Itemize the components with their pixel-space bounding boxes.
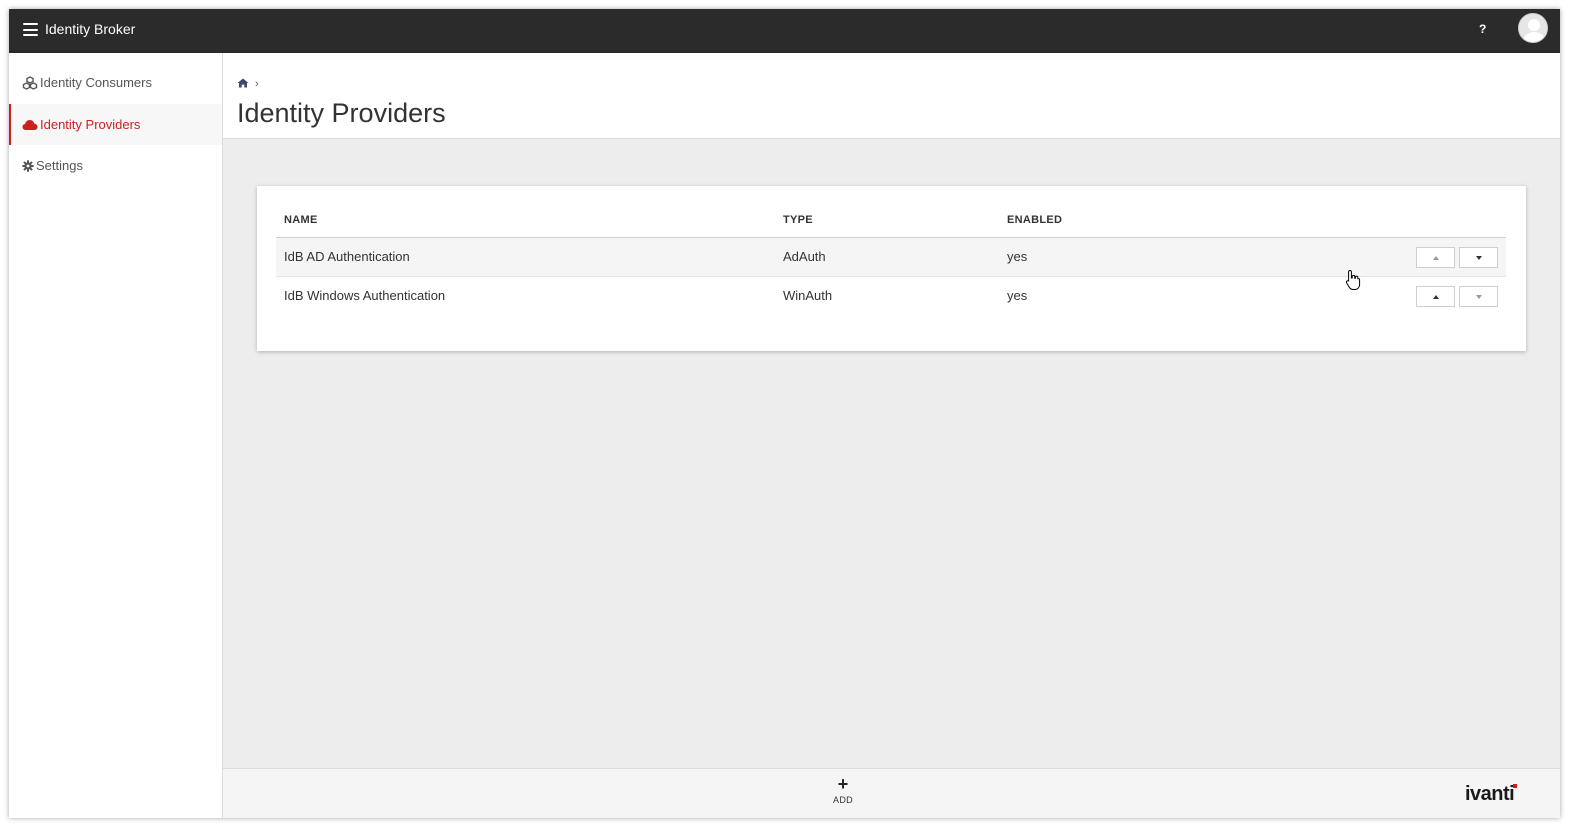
brand-mark [1513, 784, 1517, 788]
sidebar-item-settings[interactable]: Settings [9, 145, 222, 186]
cubes-icon [21, 75, 39, 90]
sidebar-item-label: Identity Consumers [40, 75, 152, 90]
user-icon [1523, 19, 1545, 42]
brand-logo: ivanti [1465, 783, 1515, 805]
sidebar-item-identity-providers[interactable]: Identity Providers [9, 104, 222, 145]
add-label: ADD [833, 795, 853, 805]
gear-icon [21, 159, 35, 173]
help-button[interactable]: ? [1479, 22, 1486, 36]
providers-card: NAME TYPE ENABLED IdB AD Authentication … [257, 186, 1526, 351]
provider-enabled: yes [1007, 288, 1028, 303]
cloud-icon [21, 118, 39, 132]
move-up-button[interactable] [1416, 247, 1455, 268]
caret-up-icon [1432, 255, 1439, 260]
table-header: NAME TYPE ENABLED [276, 206, 1506, 238]
providers-table: NAME TYPE ENABLED IdB AD Authentication … [276, 206, 1506, 316]
page-header: › Identity Providers [223, 53, 1560, 139]
table-row[interactable]: IdB AD Authentication AdAuth yes [276, 238, 1506, 277]
move-down-button[interactable] [1459, 247, 1498, 268]
user-avatar[interactable] [1518, 13, 1548, 43]
footer-bar: + ADD ivanti [223, 768, 1560, 818]
provider-type: WinAuth [783, 288, 833, 303]
column-header-type[interactable]: TYPE [783, 214, 813, 226]
provider-enabled: yes [1007, 249, 1028, 264]
provider-name[interactable]: IdB Windows Authentication [284, 288, 445, 303]
plus-icon: + [837, 774, 849, 794]
column-header-enabled[interactable]: ENABLED [1007, 214, 1062, 226]
breadcrumb-separator: › [255, 78, 259, 90]
hamburger-menu-icon[interactable] [23, 23, 38, 36]
breadcrumb: › [237, 75, 259, 93]
sidebar-item-label: Settings [36, 158, 83, 173]
home-icon[interactable] [237, 75, 249, 93]
provider-type: AdAuth [783, 249, 826, 264]
caret-down-icon [1475, 255, 1482, 260]
column-header-name[interactable]: NAME [284, 214, 318, 226]
table-row[interactable]: IdB Windows Authentication WinAuth yes [276, 277, 1506, 316]
move-up-button[interactable] [1416, 286, 1455, 307]
app-window: Identity Broker ? Identity Consumers Ide… [9, 9, 1560, 818]
main-content: › Identity Providers NAME TYPE ENABLED I… [223, 53, 1560, 818]
caret-down-icon [1475, 294, 1482, 299]
top-bar: Identity Broker ? [9, 9, 1560, 53]
caret-up-icon [1432, 294, 1439, 299]
sidebar-item-identity-consumers[interactable]: Identity Consumers [9, 62, 222, 103]
provider-name[interactable]: IdB AD Authentication [284, 249, 410, 264]
app-title: Identity Broker [45, 21, 136, 37]
add-button[interactable]: + ADD [823, 774, 863, 805]
page-title: Identity Providers [237, 98, 446, 128]
sidebar-item-label: Identity Providers [40, 117, 141, 132]
move-down-button[interactable] [1459, 286, 1498, 307]
sidebar: Identity Consumers Identity Providers Se… [9, 53, 223, 818]
